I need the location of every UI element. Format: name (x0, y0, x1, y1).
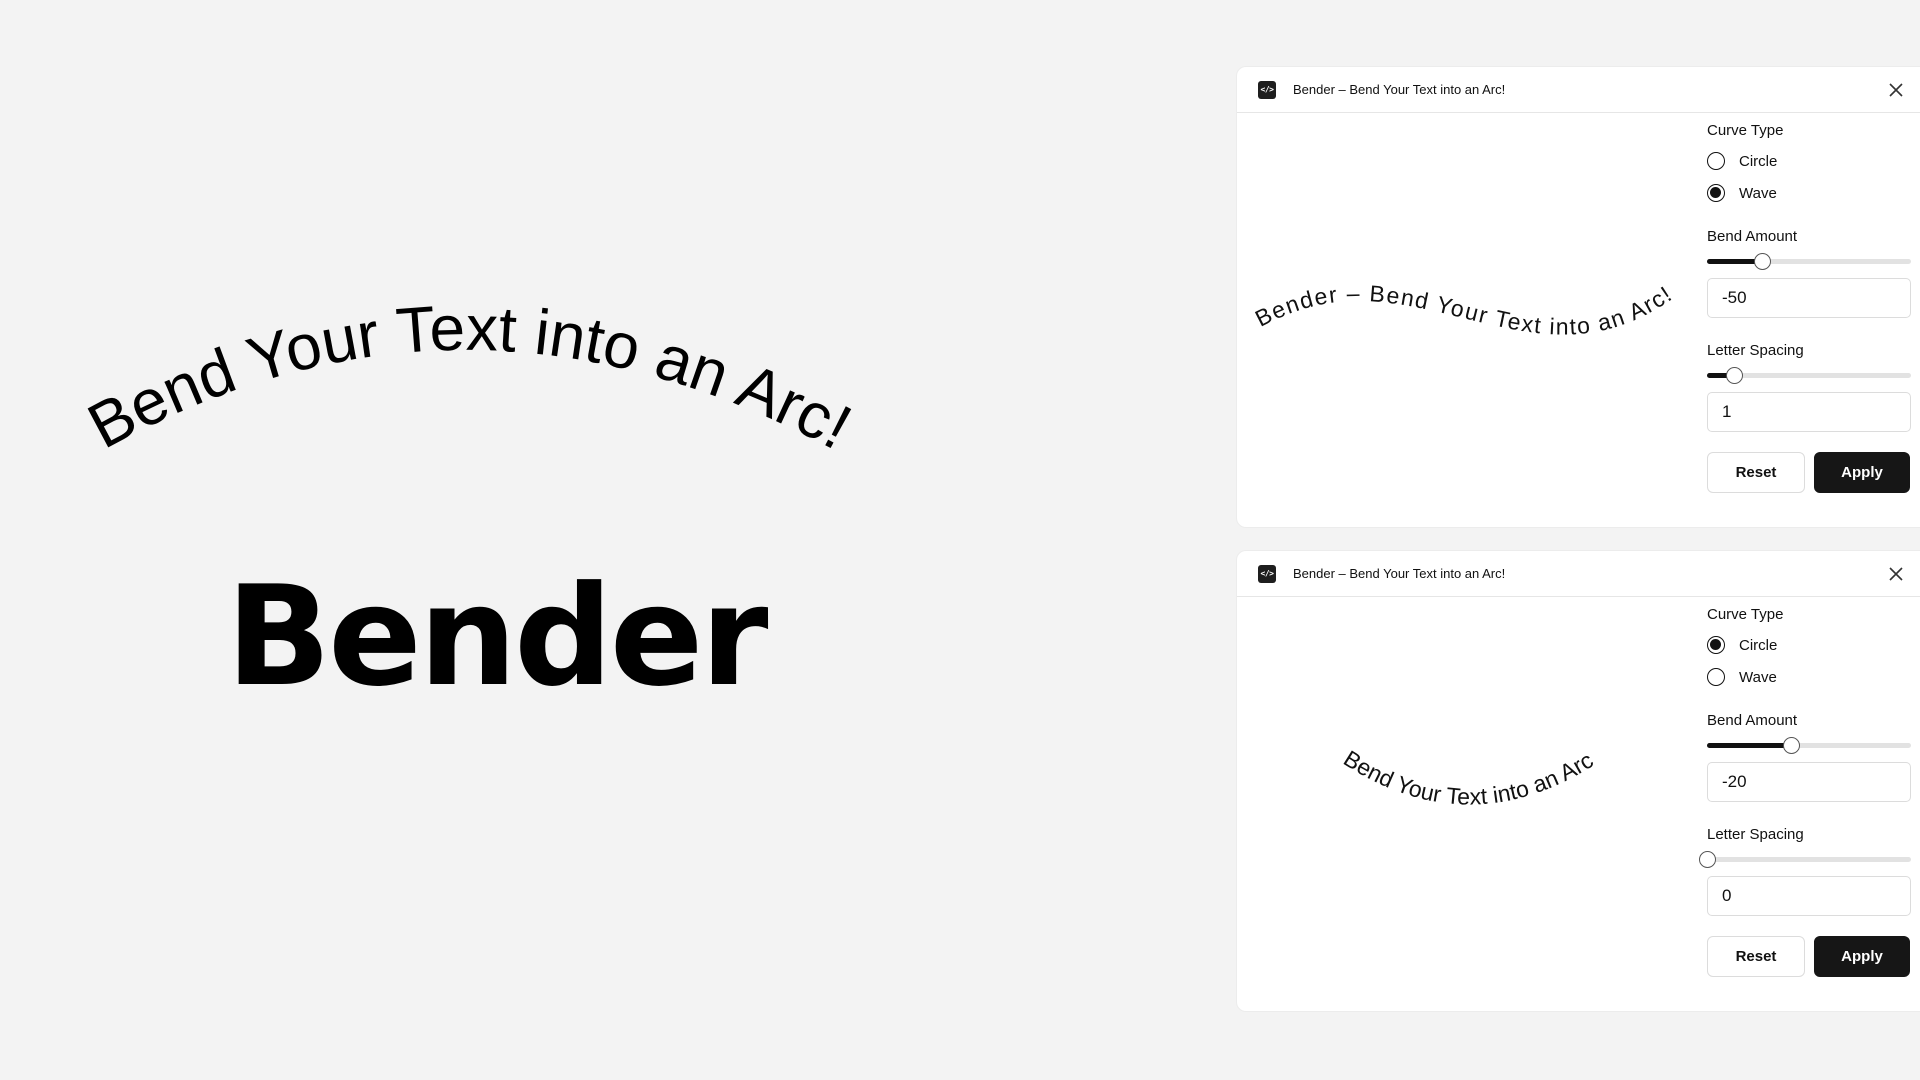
bend-amount-label: Bend Amount (1707, 228, 1798, 245)
bend-amount-input[interactable] (1707, 278, 1911, 318)
bend-amount-input[interactable] (1707, 762, 1911, 802)
controls: Curve Type Circle Wave Bend Amount Lette… (1707, 114, 1911, 493)
slider-thumb[interactable] (1725, 367, 1743, 384)
slider-thumb[interactable] (1754, 253, 1772, 270)
radio-circle[interactable]: Circle (1707, 150, 1911, 172)
code-icon-glyph: </> (1260, 569, 1274, 578)
preview-text: Bend Your Text into an Arc (1339, 745, 1597, 810)
preview-wave-svg: Bender – Bend Your Text into an Arc! (1251, 280, 1677, 340)
letter-spacing-label: Letter Spacing (1707, 342, 1804, 359)
radio-circle[interactable]: Circle (1707, 634, 1911, 656)
curve-type-label: Curve Type (1707, 606, 1784, 623)
panel-titlebar: </> Bender – Bend Your Text into an Arc! (1237, 551, 1920, 597)
radio-wave-label: Wave (1739, 668, 1777, 686)
preview-circle-text: Bend Your Text into an Arc (1339, 745, 1597, 810)
button-row: Reset Apply (1707, 452, 1911, 493)
plugin-panel-wave: </> Bender – Bend Your Text into an Arc!… (1236, 66, 1920, 528)
radio-circle-label: Circle (1739, 636, 1778, 654)
panel-title: Bender – Bend Your Text into an Arc! (1293, 82, 1506, 97)
reset-button[interactable]: Reset (1707, 452, 1805, 493)
radio-circle-input[interactable] (1707, 152, 1725, 170)
radio-wave-label: Wave (1739, 184, 1777, 202)
radio-wave-input[interactable] (1707, 668, 1725, 686)
letter-spacing-input[interactable] (1707, 876, 1911, 916)
plugin-panel-circle: </> Bender – Bend Your Text into an Arc!… (1236, 550, 1920, 1012)
preview-area: Bender – Bend Your Text into an Arc! (1237, 114, 1697, 524)
letter-spacing-slider[interactable] (1707, 367, 1911, 384)
button-row: Reset Apply (1707, 936, 1911, 977)
hero-arc-text: Bend Your Text into an Arc! (76, 292, 862, 463)
reset-button[interactable]: Reset (1707, 936, 1805, 977)
code-icon: </> (1258, 80, 1276, 99)
radio-circle-label: Circle (1739, 152, 1778, 170)
panel-titlebar: </> Bender – Bend Your Text into an Arc! (1237, 67, 1920, 113)
controls: Curve Type Circle Wave Bend Amount Lette… (1699, 598, 1911, 977)
close-icon[interactable] (1886, 80, 1906, 100)
radio-circle-input[interactable] (1707, 636, 1725, 654)
preview-circle-svg: Bend Your Text into an Arc (1339, 745, 1597, 810)
preview-wave-text: Bender – Bend Your Text into an Arc! (1251, 280, 1677, 340)
hero-title: Bender (226, 556, 768, 717)
slider-thumb[interactable] (1782, 737, 1800, 754)
hero-arc-label: Bend Your Text into an Arc! (76, 292, 862, 463)
code-icon: </> (1258, 564, 1276, 583)
radio-wave-input[interactable] (1707, 184, 1725, 202)
preview-text: Bender – Bend Your Text into an Arc! (1251, 280, 1676, 340)
radio-wave[interactable]: Wave (1707, 666, 1911, 688)
hero-arc-textpath: Bend Your Text into an Arc! (76, 292, 862, 463)
letter-spacing-label: Letter Spacing (1707, 826, 1804, 843)
apply-button[interactable]: Apply (1814, 452, 1910, 493)
panel-title: Bender – Bend Your Text into an Arc! (1293, 566, 1506, 581)
bend-amount-label: Bend Amount (1707, 712, 1798, 729)
bend-amount-slider[interactable] (1707, 737, 1911, 754)
bend-amount-slider[interactable] (1707, 253, 1911, 270)
preview-area: Bend Your Text into an Arc (1237, 598, 1697, 1008)
code-icon-glyph: </> (1260, 85, 1274, 94)
curve-type-label: Curve Type (1707, 122, 1784, 139)
radio-wave[interactable]: Wave (1707, 182, 1911, 204)
slider-thumb[interactable] (1699, 851, 1716, 868)
close-icon[interactable] (1886, 564, 1906, 584)
letter-spacing-input[interactable] (1707, 392, 1911, 432)
apply-button[interactable]: Apply (1814, 936, 1910, 977)
letter-spacing-slider[interactable] (1699, 851, 1911, 868)
